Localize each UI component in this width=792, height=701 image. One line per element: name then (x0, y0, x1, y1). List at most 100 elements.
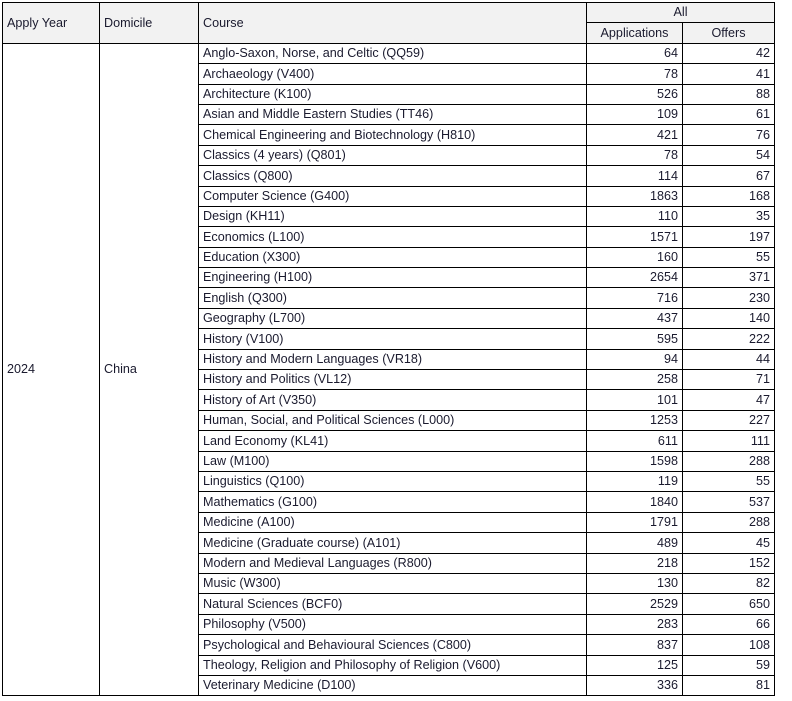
cell-offers[interactable]: 650 (682, 593, 775, 615)
cell-course[interactable]: Land Economy (KL41) (198, 430, 587, 452)
cell-offers[interactable]: 59 (682, 654, 775, 676)
cell-course[interactable]: Music (W300) (198, 572, 587, 595)
cell-offers[interactable]: 45 (682, 532, 775, 554)
cell-offers[interactable]: 61 (682, 103, 775, 126)
cell-course[interactable]: Education (X300) (198, 246, 587, 269)
cell-domicile[interactable]: China (99, 42, 199, 697)
cell-course[interactable]: Veterinary Medicine (D100) (198, 674, 587, 697)
cell-applications[interactable]: 130 (586, 572, 683, 595)
cell-course[interactable]: Geography (L700) (198, 307, 587, 330)
column-header-offers[interactable]: Offers (682, 22, 775, 44)
cell-applications[interactable]: 160 (586, 246, 683, 269)
cell-course[interactable]: Architecture (K100) (198, 83, 587, 105)
cell-course[interactable]: History and Modern Languages (VR18) (198, 348, 587, 371)
cell-applications[interactable]: 2654 (586, 267, 683, 289)
cell-course[interactable]: Medicine (A100) (198, 511, 587, 534)
cell-offers[interactable]: 55 (682, 470, 775, 493)
cell-applications[interactable]: 218 (586, 552, 683, 574)
cell-applications[interactable]: 716 (586, 287, 683, 309)
cell-applications[interactable]: 837 (586, 634, 683, 656)
cell-applications[interactable]: 437 (586, 307, 683, 330)
cell-offers[interactable]: 67 (682, 165, 775, 187)
cell-offers[interactable]: 81 (682, 674, 775, 697)
cell-course[interactable]: History of Art (V350) (198, 389, 587, 411)
cell-applications[interactable]: 1598 (586, 450, 683, 472)
cell-applications[interactable]: 1863 (586, 185, 683, 207)
cell-applications[interactable]: 336 (586, 674, 683, 697)
cell-offers[interactable]: 54 (682, 144, 775, 167)
table-row[interactable]: 2024 China Anglo-Saxon, Norse, and Celtic … (2, 42, 775, 697)
cell-offers[interactable]: 152 (682, 552, 775, 574)
cell-offers[interactable]: 66 (682, 613, 775, 636)
column-header-applications[interactable]: Applications (586, 22, 683, 44)
cell-course[interactable]: Asian and Middle Eastern Studies (TT46) (198, 103, 587, 126)
cell-course[interactable]: Anglo-Saxon, Norse, and Celtic (QQ59) (198, 42, 587, 65)
cell-course[interactable]: Linguistics (Q100) (198, 470, 587, 493)
cell-offers[interactable]: 42 (682, 42, 775, 65)
column-header-course[interactable]: Course (198, 2, 587, 44)
cell-applications[interactable]: 101 (586, 389, 683, 411)
cell-course[interactable]: Computer Science (G400) (198, 185, 587, 207)
column-header-apply-year[interactable]: Apply Year (2, 2, 100, 44)
cell-course[interactable]: Archaeology (V400) (198, 63, 587, 85)
cell-offers[interactable]: 140 (682, 307, 775, 330)
column-header-domicile[interactable]: Domicile (99, 2, 199, 44)
cell-offers[interactable]: 82 (682, 572, 775, 595)
cell-offers[interactable]: 108 (682, 634, 775, 656)
cell-course[interactable]: History and Politics (VL12) (198, 369, 587, 391)
cell-applications[interactable]: 1791 (586, 511, 683, 534)
cell-course[interactable]: English (Q300) (198, 287, 587, 309)
cell-offers[interactable]: 168 (682, 185, 775, 207)
cell-course[interactable]: Engineering (H100) (198, 267, 587, 289)
cell-applications[interactable]: 1840 (586, 491, 683, 513)
cell-course[interactable]: Natural Sciences (BCF0) (198, 593, 587, 615)
cell-course[interactable]: History (V100) (198, 328, 587, 350)
cell-applications[interactable]: 119 (586, 470, 683, 493)
cell-applications[interactable]: 64 (586, 42, 683, 65)
cell-offers[interactable]: 47 (682, 389, 775, 411)
cell-offers[interactable]: 111 (682, 430, 775, 452)
cell-applications[interactable]: 125 (586, 654, 683, 676)
cell-course[interactable]: Human, Social, and Political Sciences (L… (198, 409, 587, 432)
cell-applications[interactable]: 1571 (586, 226, 683, 248)
cell-course[interactable]: Economics (L100) (198, 226, 587, 248)
cell-applications[interactable]: 611 (586, 430, 683, 452)
cell-applications[interactable]: 94 (586, 348, 683, 371)
cell-applications[interactable]: 258 (586, 369, 683, 391)
cell-offers[interactable]: 371 (682, 267, 775, 289)
cell-offers[interactable]: 222 (682, 328, 775, 350)
cell-offers[interactable]: 88 (682, 83, 775, 105)
cell-applications[interactable]: 1253 (586, 409, 683, 432)
cell-applications[interactable]: 2529 (586, 593, 683, 615)
cell-course[interactable]: Medicine (Graduate course) (A101) (198, 532, 587, 554)
cell-offers[interactable]: 230 (682, 287, 775, 309)
cell-offers[interactable]: 288 (682, 450, 775, 472)
cell-offers[interactable]: 76 (682, 124, 775, 146)
cell-course[interactable]: Mathematics (G100) (198, 491, 587, 513)
cell-course[interactable]: Design (KH11) (198, 205, 587, 228)
cell-applications[interactable]: 78 (586, 144, 683, 167)
cell-applications[interactable]: 526 (586, 83, 683, 105)
cell-apply-year[interactable]: 2024 (2, 42, 100, 697)
cell-offers[interactable]: 227 (682, 409, 775, 432)
cell-course[interactable]: Psychological and Behavioural Sciences (… (198, 634, 587, 656)
column-group-header-all[interactable]: All (586, 1, 775, 24)
cell-course[interactable]: Chemical Engineering and Biotechnology (… (198, 124, 587, 146)
cell-course[interactable]: Modern and Medieval Languages (R800) (198, 552, 587, 574)
cell-applications[interactable]: 78 (586, 63, 683, 85)
cell-applications[interactable]: 595 (586, 328, 683, 350)
cell-offers[interactable]: 44 (682, 348, 775, 371)
cell-offers[interactable]: 55 (682, 246, 775, 269)
cell-applications[interactable]: 283 (586, 613, 683, 636)
cell-course[interactable]: Classics (4 years) (Q801) (198, 144, 587, 167)
cell-offers[interactable]: 197 (682, 226, 775, 248)
cell-applications[interactable]: 421 (586, 124, 683, 146)
cell-applications[interactable]: 109 (586, 103, 683, 126)
cell-course[interactable]: Philosophy (V500) (198, 613, 587, 636)
cell-offers[interactable]: 288 (682, 511, 775, 534)
cell-applications[interactable]: 114 (586, 165, 683, 187)
cell-offers[interactable]: 41 (682, 63, 775, 85)
cell-applications[interactable]: 489 (586, 532, 683, 554)
cell-course[interactable]: Law (M100) (198, 450, 587, 472)
cell-offers[interactable]: 35 (682, 205, 775, 228)
